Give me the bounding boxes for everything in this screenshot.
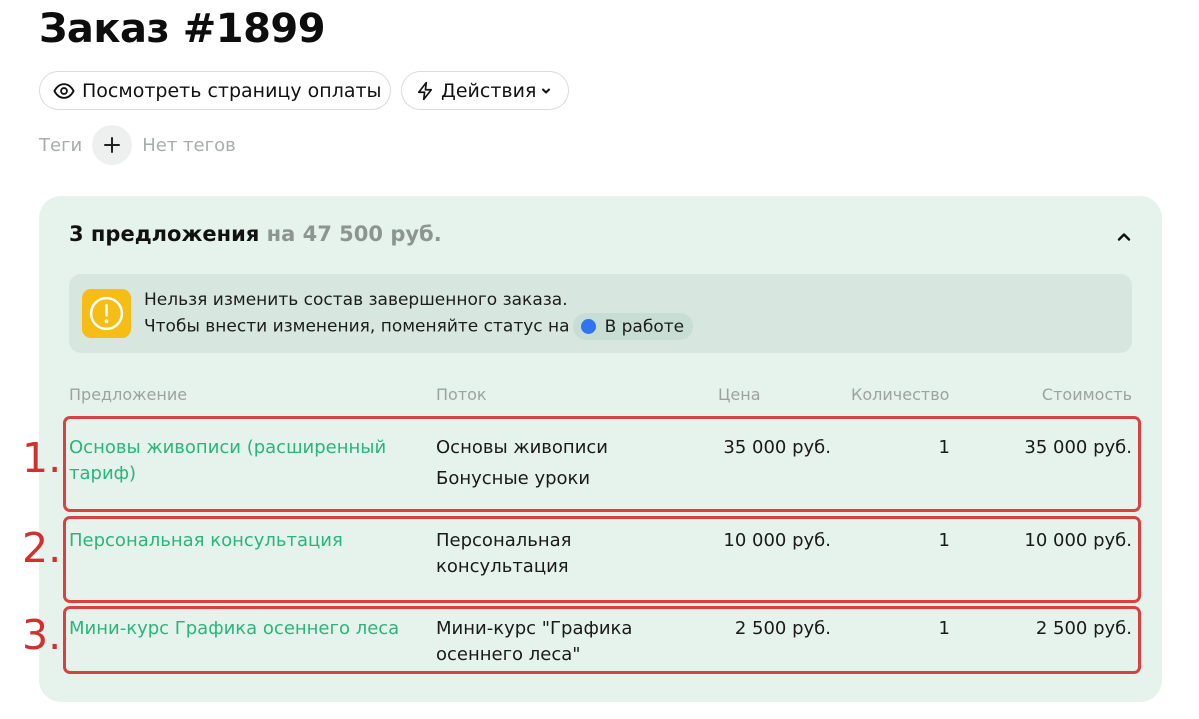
lightning-icon (415, 80, 435, 102)
tags-row: Теги Нет тегов (39, 125, 236, 165)
offers-card: 3 предложения на 47 500 руб. Нельзя изме… (39, 196, 1162, 702)
stream-name: Бонусные уроки (436, 468, 591, 489)
quantity-cell: 1 (938, 530, 950, 551)
warning-icon (82, 289, 131, 338)
tags-label: Теги (39, 134, 83, 156)
locked-order-alert: Нельзя изменить состав завершенного зака… (69, 274, 1132, 353)
row-number-annotation: 2. (22, 524, 62, 572)
offer-link[interactable]: Основы живописи (расширенный тариф) (69, 435, 414, 487)
view-payment-page-label: Посмотреть страницу оплаты (82, 79, 382, 102)
price-cell: 35 000 руб. (723, 437, 831, 458)
offers-total: на 47 500 руб. (266, 222, 442, 246)
column-header-quantity: Количество (851, 385, 950, 404)
offer-link[interactable]: Мини-курс Графика осеннего леса (69, 616, 429, 642)
alert-text: Нельзя изменить состав завершенного зака… (144, 287, 694, 340)
status-badge[interactable]: В работе (572, 313, 694, 340)
cost-cell: 10 000 руб. (1024, 530, 1132, 551)
alert-line-1: Нельзя изменить состав завершенного зака… (144, 290, 568, 310)
quantity-cell: 1 (938, 618, 950, 639)
offers-summary: 3 предложения на 47 500 руб. (69, 222, 442, 246)
actions-dropdown-button[interactable]: Действия (401, 71, 569, 110)
column-header-price: Цена (718, 385, 761, 404)
alert-line-2: Чтобы внести изменения, поменяйте статус… (144, 313, 694, 340)
no-tags-text: Нет тегов (142, 134, 236, 156)
quantity-cell: 1 (938, 437, 950, 458)
status-badge-label: В работе (604, 316, 685, 337)
alert-line-2-text: Чтобы внести изменения, поменяйте статус… (144, 316, 570, 337)
view-payment-page-button[interactable]: Посмотреть страницу оплаты (39, 71, 391, 110)
eye-icon (53, 80, 75, 102)
plus-icon (104, 137, 121, 153)
stream-name: Персональная консультация (436, 530, 572, 577)
chevron-down-icon (540, 85, 552, 97)
cost-cell: 35 000 руб. (1024, 437, 1132, 458)
collapse-button[interactable] (1113, 226, 1135, 248)
cost-cell: 2 500 руб. (1035, 618, 1132, 639)
chevron-up-icon (1117, 233, 1131, 241)
add-tag-button[interactable] (92, 125, 133, 165)
row-number-annotation: 1. (22, 434, 62, 482)
price-cell: 10 000 руб. (723, 530, 831, 551)
status-dot-icon (580, 319, 596, 334)
offer-link[interactable]: Персональная консультация (69, 528, 414, 554)
row-number-annotation: 3. (22, 611, 62, 659)
column-header-cost: Стоимость (1041, 385, 1132, 404)
column-header-stream: Поток (436, 385, 487, 404)
offers-count: 3 предложения (69, 222, 260, 246)
stream-name: Основы живописи (436, 437, 608, 458)
stream-cell: Основы живописи Бонусные уроки (436, 435, 696, 492)
price-cell: 2 500 руб. (734, 618, 831, 639)
actions-label: Действия (441, 79, 537, 102)
stream-name: Мини-курс "Графика осеннего леса" (436, 618, 633, 665)
page-title: Заказ #1899 (39, 6, 326, 52)
column-header-offer: Предложение (69, 385, 188, 404)
